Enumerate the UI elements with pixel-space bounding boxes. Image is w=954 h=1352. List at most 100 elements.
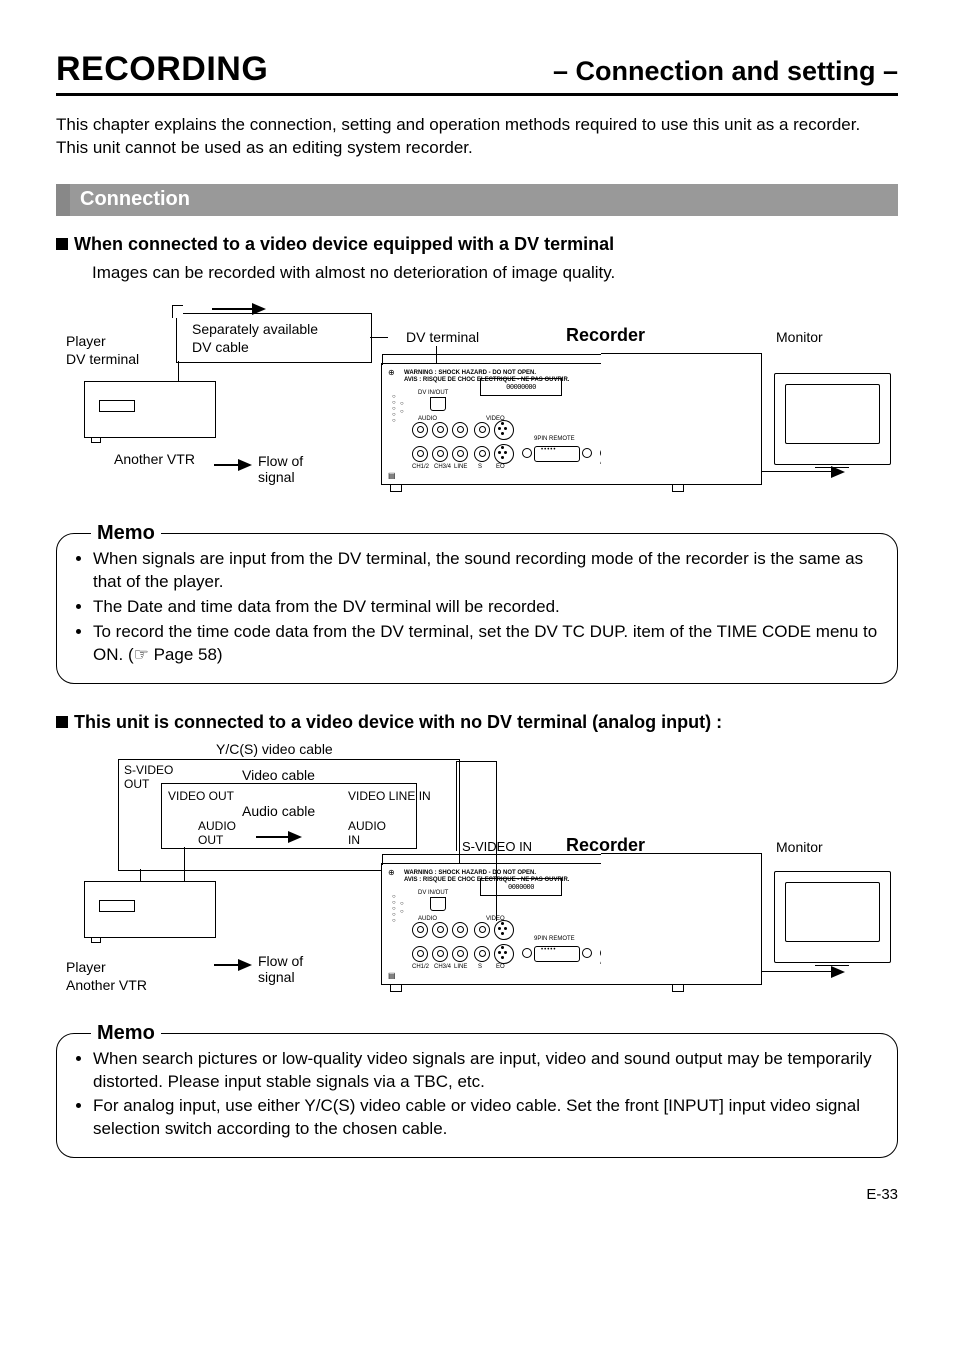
memo1-item1: The Date and time data from the DV termi… xyxy=(93,596,881,619)
sub-heading-2: This unit is connected to a video device… xyxy=(56,712,898,733)
memo-box-2: Memo When search pictures or low-quality… xyxy=(56,1033,898,1159)
slbl: S xyxy=(478,464,482,470)
dv-port-icon xyxy=(430,397,446,411)
another-vtr-label2: Another VTR xyxy=(66,977,147,993)
recorder-side-box xyxy=(601,353,762,485)
audio-in-lbl2: IN xyxy=(348,833,360,847)
sub-heading-2-text: This unit is connected to a video device… xyxy=(74,712,722,732)
slblb: S xyxy=(478,964,482,970)
memo-title-1: Memo xyxy=(91,520,161,547)
sub-heading-1-text: When connected to a video device equippe… xyxy=(74,234,614,254)
arrow-icon xyxy=(238,459,252,471)
line xyxy=(184,847,185,881)
linelbl: LINE xyxy=(454,464,467,470)
cable-text2: DV cable xyxy=(192,339,249,355)
jack-icon xyxy=(452,922,468,938)
jack-icon xyxy=(474,446,490,462)
square-bullet-icon xyxy=(56,716,68,728)
jack-icon xyxy=(432,946,448,962)
memo1-item0: When signals are input from the DV termi… xyxy=(93,548,881,594)
line xyxy=(456,761,496,762)
linelblb: LINE xyxy=(454,964,467,970)
svideo-out-lbl1: S-VIDEO xyxy=(124,763,173,777)
diagram-analog-connection: Player Another VTR Y/C(S) video cable S-… xyxy=(56,741,898,1011)
line xyxy=(178,361,179,381)
flow-label1b: Flow of xyxy=(258,953,303,969)
intro-p2: This unit cannot be used as an editing s… xyxy=(56,137,898,160)
dv-label: DV IN/OUT xyxy=(418,390,448,396)
ninepin-lbl: 9PIN REMOTE xyxy=(534,436,575,442)
svideo-icon xyxy=(494,944,514,964)
ch34b: CH3/4 xyxy=(434,964,451,970)
line xyxy=(212,308,252,310)
jack-icon xyxy=(474,922,490,938)
memo2-item1: For analog input, use either Y/C(S) vide… xyxy=(93,1095,881,1141)
recorder-side-box2 xyxy=(601,853,762,985)
video-line-in-lbl: VIDEO LINE IN xyxy=(348,789,431,803)
line xyxy=(370,337,388,338)
svideo-icon xyxy=(494,420,514,440)
dv-label-b: DV IN/OUT xyxy=(418,890,448,896)
nine-pin-icon xyxy=(534,946,580,962)
recorder-display: 00000000 xyxy=(480,378,562,396)
player-dv-label: DV terminal xyxy=(66,351,139,367)
title-row: RECORDING – Connection and setting – xyxy=(56,50,898,96)
line xyxy=(140,869,141,881)
player-label2: Player xyxy=(66,959,106,975)
flow-label1: Flow of xyxy=(258,453,303,469)
jack-icon xyxy=(432,446,448,462)
audio-out-lbl1: AUDIO xyxy=(198,819,236,833)
line xyxy=(496,761,497,921)
memo1-item2: To record the time code data from the DV… xyxy=(93,621,881,667)
ninepin-lbl-b: 9PIN REMOTE xyxy=(534,936,575,942)
arrow-icon xyxy=(831,966,845,978)
square-bullet-icon xyxy=(56,238,68,250)
line xyxy=(761,471,836,472)
line xyxy=(214,964,238,966)
arrow-icon xyxy=(252,303,266,315)
nine-pin-icon xyxy=(534,446,580,462)
player-label: Player xyxy=(66,333,106,349)
monitor-box xyxy=(774,373,891,465)
jack-icon xyxy=(412,922,428,938)
svideo-out-lbl2: OUT xyxy=(124,777,149,791)
sub-paragraph-1: Images can be recorded with almost no de… xyxy=(92,263,898,283)
flow-label2: signal xyxy=(258,469,295,485)
page-title-left: RECORDING xyxy=(56,50,268,89)
line xyxy=(761,971,836,972)
jack-icon xyxy=(432,422,448,438)
page-title-right: – Connection and setting – xyxy=(553,56,898,87)
warn-label: WARNING : SHOCK HAZARD - DO NOT OPEN. xyxy=(404,370,536,376)
jack-icon xyxy=(432,922,448,938)
dv-terminal-top-label: DV terminal xyxy=(406,329,479,345)
line xyxy=(456,761,457,851)
section-bar-connection: Connection xyxy=(56,184,898,216)
recorder-label: Recorder xyxy=(566,325,645,346)
jack-icon xyxy=(474,946,490,962)
page-number: E-33 xyxy=(56,1186,898,1203)
another-vtr-label: Another VTR xyxy=(114,451,195,467)
screw-icon xyxy=(522,948,532,958)
video-cable-lbl: Video cable xyxy=(242,767,315,783)
jack-icon xyxy=(452,422,468,438)
audio-out-lbl2: OUT xyxy=(198,833,223,847)
dv-port-icon xyxy=(430,897,446,911)
intro-p1: This chapter explains the connection, se… xyxy=(56,114,898,137)
jack-icon xyxy=(412,946,428,962)
arrow-icon xyxy=(238,959,252,971)
recorder-display2: 0000000 xyxy=(480,878,562,896)
monitor-label2: Monitor xyxy=(776,839,823,855)
ch12: CH1/2 xyxy=(412,464,429,470)
yc-cable-label: Y/C(S) video cable xyxy=(216,741,333,757)
cable-text1: Separately available xyxy=(192,321,318,337)
intro-block: This chapter explains the connection, se… xyxy=(56,114,898,160)
jack-icon xyxy=(412,422,428,438)
eolbl: EO xyxy=(496,464,505,470)
jack-icon xyxy=(452,946,468,962)
diagram-dv-connection: Player DV terminal Another VTR Separatel… xyxy=(56,301,898,511)
memo-box-1: Memo When signals are input from the DV … xyxy=(56,533,898,684)
player-vtr-box xyxy=(84,381,216,438)
screw-icon xyxy=(582,448,592,458)
audio-lbl: AUDIO xyxy=(418,416,437,422)
audio-lbl-b: AUDIO xyxy=(418,916,437,922)
